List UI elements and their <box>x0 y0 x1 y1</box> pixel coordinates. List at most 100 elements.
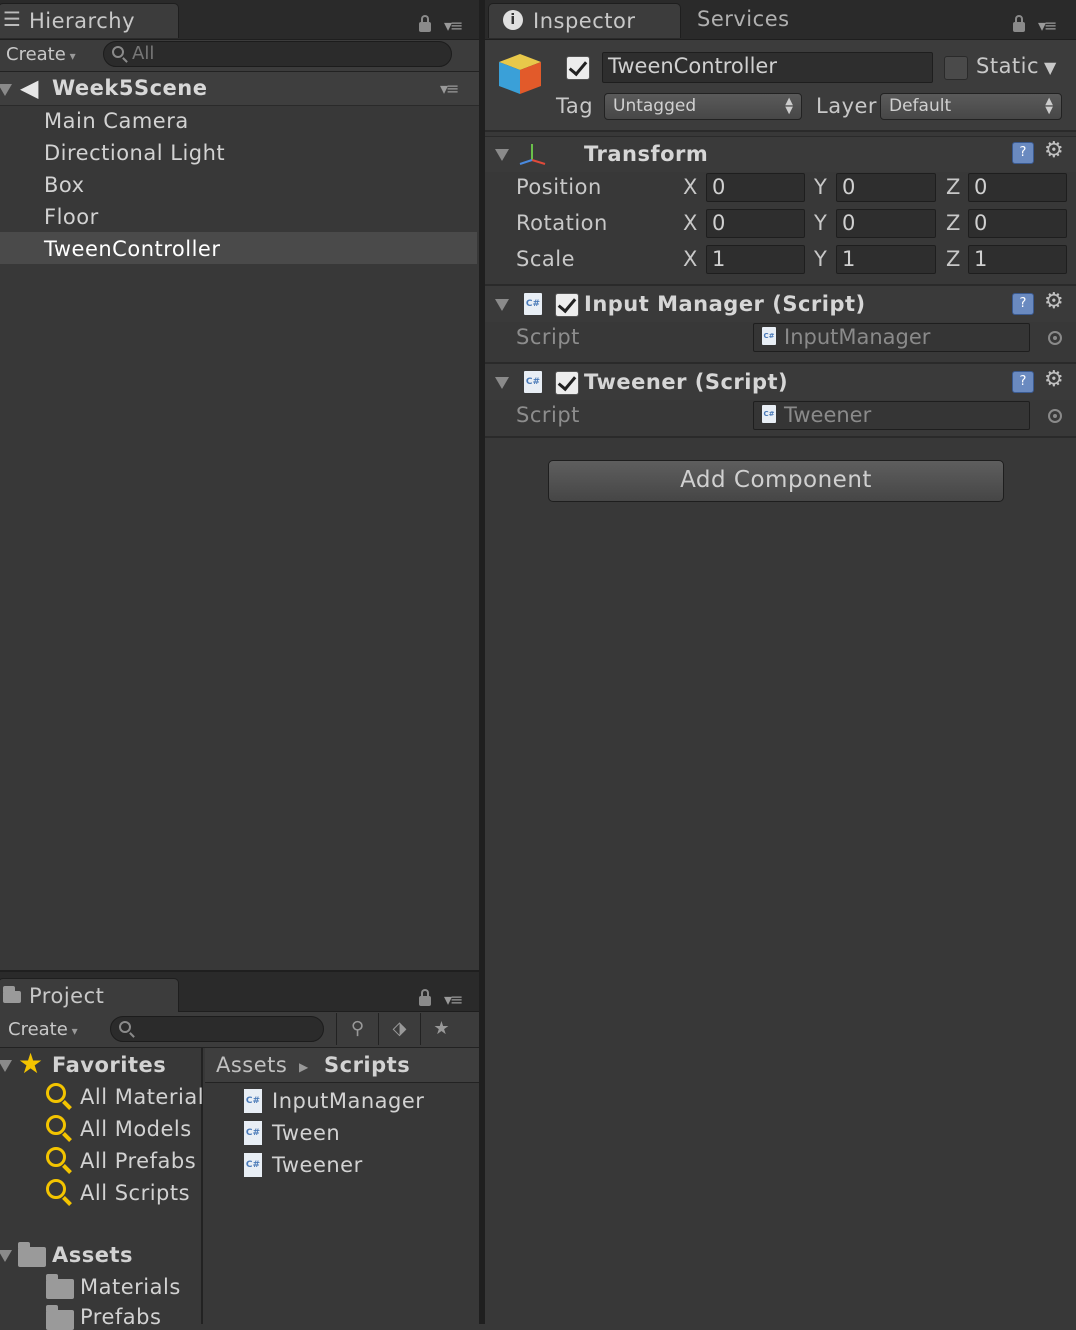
panel-menu-icon[interactable]: ▾≡ <box>444 990 463 1009</box>
hierarchy-item-main-camera[interactable]: Main Camera <box>44 109 189 133</box>
hierarchy-item-tweencontroller[interactable]: TweenController <box>44 237 220 261</box>
script-icon: C# <box>762 405 776 423</box>
scale-z-label[interactable]: Z <box>946 247 960 271</box>
rotation-y-field[interactable]: 0 <box>836 209 936 238</box>
input-manager-title: Input Manager (Script) <box>584 292 866 316</box>
hierarchy-create-button[interactable]: Create <box>6 44 76 65</box>
help-icon[interactable]: ? <box>1012 371 1034 393</box>
rotation-x-field[interactable]: 0 <box>706 209 805 238</box>
scene-menu-icon[interactable]: ▾≡ <box>440 79 459 98</box>
folder-icon <box>46 1274 74 1299</box>
hierarchy-item-directional-light[interactable]: Directional Light <box>44 141 225 165</box>
asset-folder-materials[interactable]: Materials <box>80 1275 181 1299</box>
magnify-icon <box>46 1147 66 1167</box>
gear-icon[interactable]: ⚙ <box>1044 138 1064 163</box>
favorite-all-scripts[interactable]: All Scripts <box>80 1181 190 1205</box>
project-create-button[interactable]: Create <box>8 1019 78 1040</box>
add-component-button[interactable]: Add Component <box>548 460 1004 502</box>
favorites-label[interactable]: Favorites <box>52 1053 166 1077</box>
file-tween[interactable]: Tween <box>272 1121 340 1145</box>
scale-x-field[interactable]: 1 <box>706 245 805 274</box>
help-icon[interactable]: ? <box>1012 142 1034 164</box>
search-by-type-icon[interactable]: ⚲ <box>336 1013 378 1045</box>
position-z-field[interactable]: 0 <box>968 173 1067 202</box>
tab-services[interactable]: Services <box>697 7 790 31</box>
tab-inspector[interactable]: i Inspector <box>488 3 681 38</box>
position-x-label[interactable]: X <box>683 175 697 199</box>
input-manager-script-field[interactable]: C# InputManager <box>753 323 1030 352</box>
search-icon <box>112 46 124 58</box>
tab-inspector-label: Inspector <box>533 9 636 33</box>
tag-dropdown[interactable]: Untagged ▲ ▼ <box>604 93 802 120</box>
lock-icon[interactable] <box>1013 15 1025 32</box>
static-checkbox[interactable] <box>944 56 968 80</box>
breadcrumb-assets[interactable]: Assets <box>216 1053 287 1077</box>
hierarchy-search-input[interactable]: All <box>103 41 452 67</box>
input-manager-enabled-checkbox[interactable] <box>555 293 579 317</box>
asset-folder-prefabs[interactable]: Prefabs <box>80 1305 161 1329</box>
panel-menu-icon[interactable]: ▾≡ <box>444 16 463 35</box>
lock-icon[interactable] <box>419 989 431 1006</box>
layer-value: Default <box>889 96 952 116</box>
csharp-file-icon: C# <box>244 1089 262 1113</box>
file-inputmanager[interactable]: InputManager <box>272 1089 424 1113</box>
gear-icon[interactable]: ⚙ <box>1044 367 1064 392</box>
panel-divider[interactable] <box>479 0 485 1324</box>
save-search-star-icon[interactable]: ★ <box>420 1013 462 1045</box>
label-tag-icon[interactable]: ⬗ <box>378 1013 420 1045</box>
tag-value: Untagged <box>613 96 697 116</box>
chevron-down-icon[interactable] <box>0 84 12 96</box>
object-name-field[interactable]: TweenController <box>602 52 933 83</box>
rotation-y-label[interactable]: Y <box>814 211 827 235</box>
position-label: Position <box>516 175 602 199</box>
lock-icon[interactable] <box>419 15 431 32</box>
chevron-down-icon[interactable] <box>495 377 509 389</box>
hierarchy-item-box[interactable]: Box <box>44 173 85 197</box>
help-icon[interactable]: ? <box>1012 293 1034 315</box>
tweener-script-field[interactable]: C# Tweener <box>753 401 1030 430</box>
breadcrumb-scripts[interactable]: Scripts <box>324 1053 410 1077</box>
assets-label[interactable]: Assets <box>52 1243 133 1267</box>
position-y-field[interactable]: 0 <box>836 173 936 202</box>
scale-z-field[interactable]: 1 <box>968 245 1067 274</box>
gear-icon[interactable]: ⚙ <box>1044 289 1064 314</box>
scale-x-label[interactable]: X <box>683 247 697 271</box>
rotation-z-label[interactable]: Z <box>946 211 960 235</box>
favorite-all-models[interactable]: All Models <box>80 1117 192 1141</box>
favorite-all-materials[interactable]: All Materials <box>80 1085 203 1109</box>
tweener-enabled-checkbox[interactable] <box>555 371 579 395</box>
chevron-down-icon[interactable] <box>0 1250 12 1262</box>
rotation-x-label[interactable]: X <box>683 211 697 235</box>
favorite-all-prefabs[interactable]: All Prefabs <box>80 1149 196 1173</box>
chevron-down-icon[interactable] <box>495 299 509 311</box>
object-picker-icon[interactable] <box>1048 331 1062 345</box>
scale-label: Scale <box>516 247 575 271</box>
rotation-z-field[interactable]: 0 <box>968 209 1067 238</box>
updown-arrow-icon: ▲ ▼ <box>1045 96 1053 116</box>
panel-menu-icon[interactable]: ▾≡ <box>1038 16 1057 35</box>
chevron-down-icon[interactable] <box>495 149 509 161</box>
scale-y-label[interactable]: Y <box>814 247 827 271</box>
magnify-icon <box>46 1179 66 1199</box>
active-checkbox[interactable] <box>566 56 590 80</box>
object-picker-icon[interactable] <box>1048 409 1062 423</box>
tab-hierarchy[interactable]: ☰ Hierarchy <box>0 3 179 38</box>
scene-row[interactable]: ◀ Week5Scene ▾≡ <box>0 72 479 106</box>
position-y-label[interactable]: Y <box>814 175 827 199</box>
file-tweener[interactable]: Tweener <box>272 1153 363 1177</box>
position-x-field[interactable]: 0 <box>706 173 805 202</box>
position-z-label[interactable]: Z <box>946 175 960 199</box>
scene-name: Week5Scene <box>52 76 208 100</box>
component-separator <box>485 436 1076 438</box>
project-search-input[interactable] <box>110 1016 324 1042</box>
static-dropdown-icon[interactable]: ▼ <box>1044 58 1056 77</box>
layer-dropdown[interactable]: Default ▲ ▼ <box>880 93 1062 120</box>
rotation-label: Rotation <box>516 211 608 235</box>
tab-project[interactable]: Project <box>0 978 179 1013</box>
updown-arrow-icon: ▲ ▼ <box>785 96 793 116</box>
info-icon: i <box>503 10 523 30</box>
scale-y-field[interactable]: 1 <box>836 245 936 274</box>
chevron-down-icon[interactable] <box>0 1060 12 1072</box>
transform-header[interactable] <box>485 136 1076 172</box>
hierarchy-item-floor[interactable]: Floor <box>44 205 99 229</box>
